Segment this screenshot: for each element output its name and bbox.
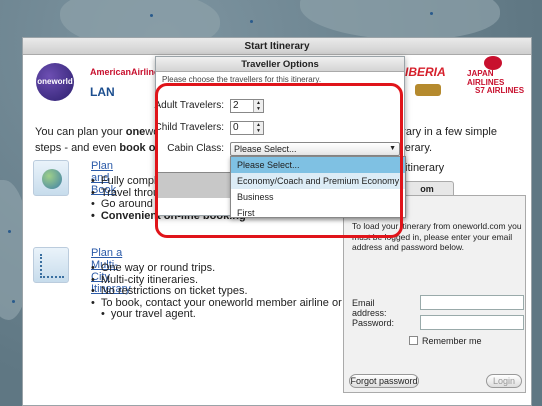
email-label: Email address:: [352, 298, 387, 318]
multi-city-list: One way or round trips. Multi-city itine…: [91, 262, 381, 321]
login-instructions: To load your itinerary from oneworld.com…: [352, 221, 522, 252]
cabin-option[interactable]: First: [231, 205, 405, 221]
forgot-password-button[interactable]: Forgot password: [349, 374, 419, 388]
traveller-options-dialog: Traveller Options Please choose the trav…: [154, 56, 406, 218]
stepper-arrows-icon[interactable]: ▲ ▼: [253, 100, 263, 112]
lan-logo: LAN: [90, 85, 115, 99]
list-item: your travel agent.: [91, 308, 381, 321]
email-field[interactable]: [420, 295, 524, 310]
cabin-option[interactable]: Please Select...: [231, 157, 405, 173]
list-item: No restrictions on ticket types.: [91, 285, 381, 298]
password-row: Password:: [352, 315, 524, 330]
cabin-class-label: Cabin Class:: [167, 143, 224, 154]
s7-logo: S7 AIRLINES: [475, 86, 525, 95]
jal-crane-icon: [484, 56, 502, 70]
adult-travelers-stepper[interactable]: 2 ▲ ▼: [230, 99, 264, 113]
cabin-class-dropdown: Please Select... Economy/Coach and Premi…: [230, 156, 406, 218]
royal-jordanian-logo: [415, 84, 441, 96]
password-label: Password:: [352, 318, 395, 328]
american-airlines-logo: AmericanAirlines: [90, 67, 165, 77]
list-item: One way or round trips.: [91, 262, 381, 275]
itinerary-heading: itinerary: [405, 162, 445, 174]
iberia-logo: IBERIA: [405, 65, 446, 79]
login-button[interactable]: Login: [486, 374, 522, 388]
dialog-subtitle: Please choose the travellers for this it…: [162, 75, 322, 84]
window-title: Start Itinerary: [23, 38, 531, 55]
cabin-option[interactable]: Business: [231, 189, 405, 205]
password-field[interactable]: [420, 315, 524, 330]
route-map-icon: [33, 247, 69, 283]
remember-me-checkbox[interactable]: [409, 336, 418, 345]
oneworld-logo: oneworld: [36, 63, 74, 101]
remember-me[interactable]: Remember me: [409, 336, 482, 346]
dialog-title: Traveller Options: [156, 57, 404, 72]
jal-logo: JAPAN AIRLINES: [467, 69, 505, 87]
chevron-down-icon: ▼: [389, 145, 396, 152]
child-travelers-label: Child Travelers:: [154, 122, 224, 133]
child-travelers-stepper[interactable]: 0 ▲ ▼: [230, 121, 264, 135]
cabin-class-select[interactable]: Please Select... ▼: [230, 142, 400, 156]
tab-oneworld-com[interactable]: om: [400, 181, 454, 195]
stepper-arrows-icon[interactable]: ▲ ▼: [253, 122, 263, 134]
login-panel: account To load your itinerary from onew…: [343, 195, 526, 393]
globe-check-icon: [33, 160, 69, 196]
dialog-footer: [156, 172, 232, 198]
remember-me-label: Remember me: [422, 336, 482, 346]
cabin-option[interactable]: Economy/Coach and Premium Economy: [231, 173, 405, 189]
adult-travelers-label: Adult Travelers:: [154, 100, 224, 111]
email-row: Email address:: [352, 295, 524, 318]
